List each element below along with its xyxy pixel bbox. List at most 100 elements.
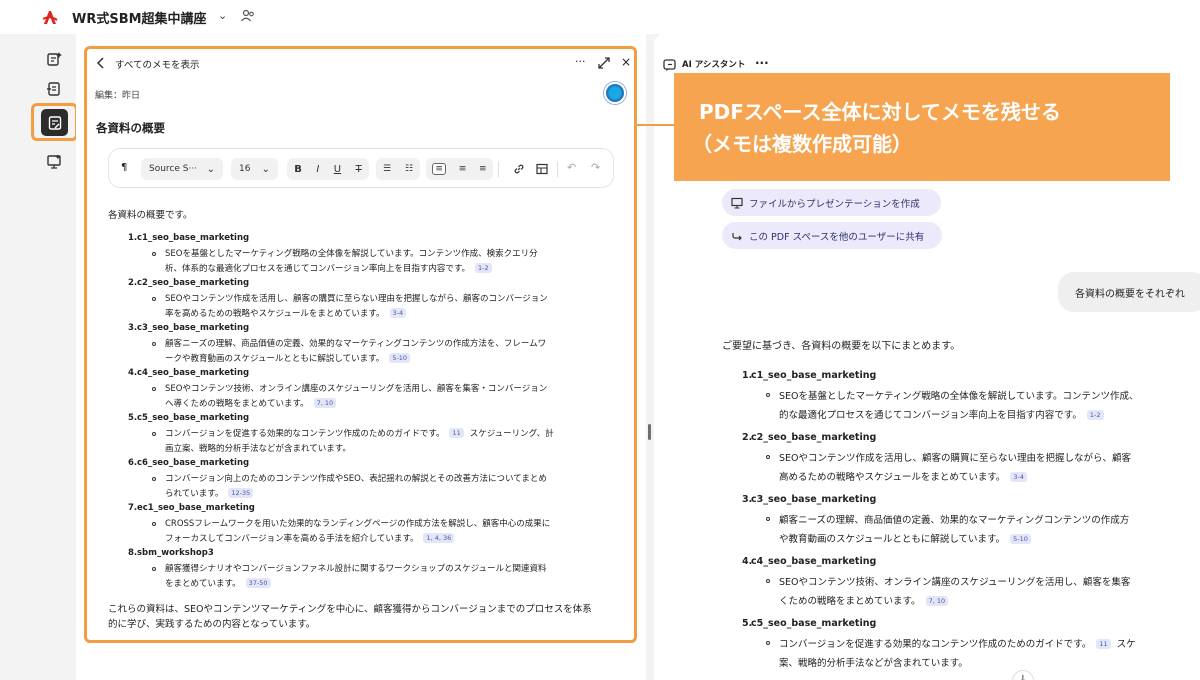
more-icon[interactable]: ···: [575, 55, 586, 68]
page-reference-badge[interactable]: 5-10: [389, 353, 411, 363]
list-item-description[interactable]: コンバージョンを促進する効果的なコンテンツ作成のためのガイドです。 11 スケジュー…: [165, 427, 554, 439]
page-reference-badge[interactable]: 3-4: [1010, 472, 1028, 482]
rail-notes-icon[interactable]: [41, 109, 68, 136]
page-reference-badge[interactable]: 12-35: [228, 488, 254, 498]
align-right-icon[interactable]: ≡: [479, 164, 487, 174]
description-text: コンバージョンを促進する効果的なコンテンツ作成のためのガイドです。: [779, 639, 1092, 650]
description-text: スケ: [1116, 639, 1136, 650]
list-item-number: 6.: [128, 458, 138, 468]
assistant-reply-intro[interactable]: ご要望に基づき、各資料の概要を以下にまとめます。: [722, 337, 960, 352]
list-item-description[interactable]: くための戦略をまとめています。 7, 10: [779, 593, 949, 607]
list-item-description[interactable]: SEOやコンテンツ作成を活用し、顧客の購買に至らない理由を把握しながら、顧客: [779, 450, 1131, 464]
list-item-description[interactable]: SEOやコンテンツ技術、オンライン講座のスケジューリングを活用し、顧客を集客: [779, 574, 1130, 588]
description-text: CROSSフレームワークを用いた効果的なランディングページの作成方法を解説し、顧…: [165, 519, 551, 529]
note-summary-line-1[interactable]: これらの資料は、SEOやコンテンツマーケティングを中心に、顧客獲得からコンバージ…: [108, 601, 592, 615]
description-text: ークや教育動画のスケジュールとともに解説しています。: [165, 354, 385, 364]
rail-ai-icon[interactable]: [40, 45, 68, 73]
list-item-description[interactable]: コンバージョンを促進する効果的なコンテンツ作成のためのガイドです。 11 スケ: [779, 636, 1136, 650]
link-icon[interactable]: [513, 163, 525, 175]
people-icon[interactable]: [240, 8, 256, 24]
chevron-down-icon[interactable]: ⌄: [218, 9, 227, 22]
bold-icon[interactable]: B: [294, 164, 302, 175]
list-item-description[interactable]: SEOを基盤としたマーケティング戦略の全体像を解説しています。コンテンツ作成、: [779, 388, 1139, 402]
note-heading[interactable]: 各資料の概要: [96, 120, 165, 136]
list-item-description[interactable]: 画立案、戦略的分析手法などが含まれています。: [165, 442, 351, 454]
undo-icon[interactable]: ↶: [567, 161, 576, 174]
redo-icon[interactable]: ↷: [591, 161, 600, 174]
table-icon[interactable]: [536, 163, 548, 175]
paragraph-icon[interactable]: ¶: [121, 162, 127, 173]
user-message-text[interactable]: 各資料の概要をそれぞれ: [1075, 285, 1185, 300]
align-left-icon[interactable]: ≡: [432, 163, 446, 175]
list-item-description[interactable]: SEOやコンテンツ技術、オンライン講座のスケジューリングを活用し、顧客を集客・コ…: [165, 382, 547, 394]
underline-icon[interactable]: U: [334, 164, 341, 175]
avatar[interactable]: [604, 82, 626, 104]
numbered-list-icon[interactable]: ☷: [405, 164, 413, 174]
list-item-title[interactable]: c5_seo_base_marketing: [137, 413, 249, 423]
font-size-value: 16: [239, 164, 251, 174]
list-item-title[interactable]: c4_seo_base_marketing: [751, 556, 876, 567]
list-item-description[interactable]: 顧客ニーズの理解、商品価値の定義、効果的なマーケティングコンテンツの作成方法を、…: [165, 337, 546, 349]
page-reference-badge[interactable]: 7, 10: [925, 596, 949, 606]
list-item-title[interactable]: sbm_workshop3: [137, 548, 214, 558]
list-item-description[interactable]: 案、戦略的分析手法などが含まれています。: [779, 655, 968, 669]
list-item-title[interactable]: c3_seo_base_marketing: [137, 323, 249, 333]
rail-presentation-icon[interactable]: [40, 148, 68, 176]
back-to-all-notes-link[interactable]: すべてのメモを表示: [115, 57, 199, 71]
rail-doc-icon[interactable]: [40, 75, 68, 103]
share-space-chip[interactable]: この PDF スペースを他のユーザーに共有: [722, 222, 942, 249]
list-item-description[interactable]: 顧客ニーズの理解、商品価値の定義、効果的なマーケティングコンテンツの作成方: [779, 512, 1129, 526]
page-reference-badge[interactable]: 11: [1096, 639, 1111, 649]
list-item-description[interactable]: へ導くための戦略をまとめています。 7, 10: [165, 397, 337, 409]
list-item-description[interactable]: 率を高めるための戦略やスケジュールをまとめています。 3-4: [165, 307, 407, 319]
note-intro[interactable]: 各資料の概要です。: [108, 207, 193, 221]
bullet-list-icon[interactable]: ☰: [383, 164, 391, 174]
description-text: 率を高めるための戦略やスケジュールをまとめています。: [165, 309, 385, 319]
list-item-description[interactable]: をまとめています。 37-50: [165, 577, 271, 589]
page-reference-badge[interactable]: 5-10: [1010, 534, 1031, 544]
list-item-title[interactable]: c4_seo_base_marketing: [137, 368, 249, 378]
description-text: 析、体系的な最適化プロセスを通じてコンバージョン率向上を目指す内容です。: [165, 264, 470, 274]
list-item-description[interactable]: 的な最適化プロセスを通じてコンバージョン率向上を目指す内容です。 1-2: [779, 407, 1104, 421]
list-item-description[interactable]: 顧客獲得シナリオやコンバージョンファネル設計に関するワークショップのスケジュール…: [165, 562, 547, 574]
page-reference-badge[interactable]: 7, 10: [313, 398, 337, 408]
list-item-title[interactable]: c3_seo_base_marketing: [751, 494, 876, 505]
page-reference-badge[interactable]: 1-2: [474, 263, 492, 273]
create-presentation-chip[interactable]: ファイルからプレゼンテーションを作成: [722, 189, 941, 216]
list-item-title[interactable]: c1_seo_base_marketing: [137, 233, 249, 243]
list-item-description[interactable]: SEOやコンテンツ作成を活用し、顧客の購買に至らない理由を把握しながら、顧客のコ…: [165, 292, 548, 304]
font-size-select[interactable]: 16 ⌄: [231, 158, 278, 180]
list-item-title[interactable]: ec1_seo_base_marketing: [137, 503, 255, 513]
list-item-description[interactable]: 析、体系的な最適化プロセスを通じてコンバージョン率向上を目指す内容です。 1-2: [165, 262, 492, 274]
align-center-icon[interactable]: ≡: [459, 164, 467, 174]
list-item-description[interactable]: SEOを基盤としたマーケティング戦略の全体像を解説しています。コンテンツ作成、検…: [165, 247, 538, 259]
list-item-title[interactable]: c6_seo_base_marketing: [137, 458, 249, 468]
list-item-title[interactable]: c2_seo_base_marketing: [137, 278, 249, 288]
panel-resize-handle[interactable]: [648, 424, 651, 440]
list-item-description[interactable]: コンバージョン向上のためのコンテンツ作成やSEO、表記揺れの解説とその改善方法に…: [165, 472, 547, 484]
expand-icon[interactable]: [598, 57, 610, 69]
strikethrough-icon[interactable]: T: [356, 164, 362, 175]
italic-icon[interactable]: I: [316, 164, 319, 175]
list-item-description[interactable]: られています。 12-35: [165, 487, 254, 499]
list-item-title[interactable]: c1_seo_base_marketing: [751, 370, 876, 381]
page-reference-badge[interactable]: 1-2: [1086, 410, 1104, 420]
list-item-number: 2.: [128, 278, 138, 288]
note-summary-line-2[interactable]: 的に学び、実践するための内容となっています。: [108, 616, 315, 630]
page-reference-badge[interactable]: 37-50: [245, 578, 271, 588]
more-icon[interactable]: ···: [755, 56, 769, 70]
document-title[interactable]: WR式SBM超集中講座: [72, 8, 207, 27]
list-item-description[interactable]: フォーカスしてコンバージョン率を高める手法を紹介しています。 1, 4, 36: [165, 532, 455, 544]
list-item-title[interactable]: c5_seo_base_marketing: [751, 618, 876, 629]
list-item-description[interactable]: CROSSフレームワークを用いた効果的なランディングページの作成方法を解説し、顧…: [165, 517, 550, 529]
back-chevron-icon[interactable]: [96, 57, 106, 69]
list-item-description[interactable]: ークや教育動画のスケジュールとともに解説しています。 5-10: [165, 352, 411, 364]
list-item-description[interactable]: 高めるための戦略やスケジュールをまとめています。 3-4: [779, 469, 1028, 483]
list-item-description[interactable]: や教育動画のスケジュールとともに解説しています。 5-10: [779, 531, 1031, 545]
close-icon[interactable]: ×: [621, 55, 631, 69]
list-item-title[interactable]: c2_seo_base_marketing: [751, 432, 876, 443]
font-family-select[interactable]: Source S··· ⌄: [141, 158, 223, 180]
page-reference-badge[interactable]: 11: [449, 428, 464, 438]
page-reference-badge[interactable]: 1, 4, 36: [423, 533, 455, 543]
page-reference-badge[interactable]: 3-4: [389, 308, 407, 318]
